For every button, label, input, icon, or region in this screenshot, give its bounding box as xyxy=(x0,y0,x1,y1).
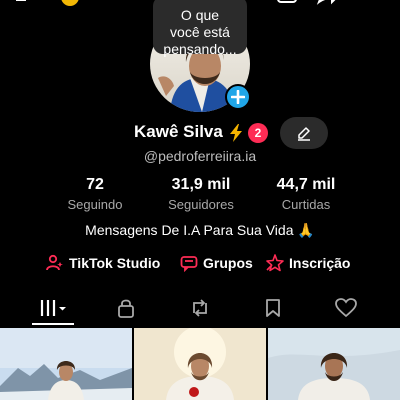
tab-private[interactable] xyxy=(106,296,146,320)
bolt-icon xyxy=(229,124,243,147)
likes-label: Curtidas xyxy=(281,197,331,212)
username: @pedroferreiira.ia xyxy=(143,148,257,164)
add-friend-icon[interactable] xyxy=(14,0,40,6)
groups-label: Grupos xyxy=(203,255,253,271)
heart-icon xyxy=(335,298,357,318)
emoji-face-icon[interactable] xyxy=(60,0,80,6)
tab-reposts[interactable] xyxy=(180,296,220,320)
display-name: Kawê Silva xyxy=(134,122,223,141)
tiktok-studio-link[interactable]: TikTok Studio xyxy=(46,254,160,272)
video-thumbnail[interactable] xyxy=(134,328,266,400)
menu-icon[interactable] xyxy=(360,0,382,6)
pencil-icon xyxy=(298,127,310,141)
stat-following[interactable]: 72 Seguindo xyxy=(62,176,128,213)
add-story-button[interactable] xyxy=(225,84,251,110)
stat-likes[interactable]: 44,7 mil Curtidas xyxy=(270,176,342,213)
repost-icon xyxy=(193,299,207,317)
plus-icon xyxy=(231,90,245,104)
followers-count: 31,9 mil xyxy=(171,176,231,193)
subscription-link[interactable]: Inscrição xyxy=(266,254,350,272)
profile-links: TikTok Studio Grupos Inscrição xyxy=(0,254,400,276)
following-count: 72 xyxy=(86,176,104,193)
bio: Mensagens De I.A Para Sua Vida 🙏 xyxy=(85,222,315,238)
following-label: Seguindo xyxy=(67,197,123,212)
notification-badge[interactable]: 2 xyxy=(248,123,268,143)
stat-followers[interactable]: 31,9 mil Seguidores xyxy=(160,176,242,213)
groups-link[interactable]: Grupos xyxy=(180,254,253,272)
tab-liked[interactable] xyxy=(326,296,366,320)
thought-bubble-text: O que você está pensando... xyxy=(163,7,237,57)
bookmark-icon xyxy=(266,299,280,317)
name-row: Kawê Silva 2 xyxy=(0,117,400,149)
profile-stats: 72 Seguindo 31,9 mil Seguidores 44,7 mil… xyxy=(0,176,400,216)
subscription-label: Inscrição xyxy=(289,255,351,271)
tiktok-studio-label: TikTok Studio xyxy=(69,255,161,271)
qr-code-icon[interactable] xyxy=(276,0,298,6)
followers-label: Seguidores xyxy=(168,197,234,212)
studio-person-icon xyxy=(46,254,63,271)
tab-saved[interactable] xyxy=(253,296,293,320)
thought-bubble[interactable]: O que você está pensando... xyxy=(153,0,247,57)
profile-tabs xyxy=(0,290,400,326)
groups-chat-icon xyxy=(180,256,198,272)
video-grid xyxy=(0,328,400,400)
active-tab-indicator xyxy=(32,323,74,325)
edit-profile-button[interactable] xyxy=(280,117,328,149)
subscription-star-icon xyxy=(266,254,284,272)
grid-icon xyxy=(40,300,66,316)
share-icon[interactable] xyxy=(316,0,340,6)
video-thumbnail[interactable] xyxy=(268,328,400,400)
likes-count: 44,7 mil xyxy=(276,176,336,193)
lock-icon xyxy=(118,299,134,318)
tab-videos[interactable] xyxy=(33,296,73,320)
video-thumbnail[interactable] xyxy=(0,328,132,400)
